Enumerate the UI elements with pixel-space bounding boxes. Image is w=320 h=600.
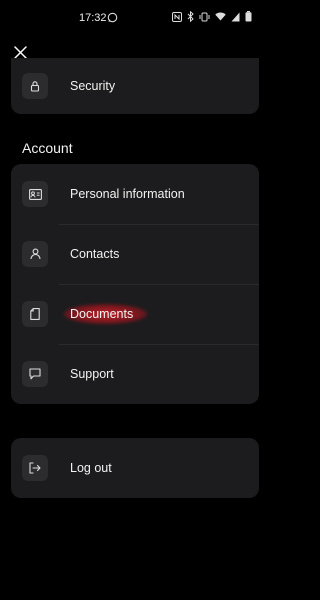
logout-card: Log out bbox=[11, 438, 259, 498]
menu-item-documents[interactable]: Documents bbox=[11, 284, 259, 344]
nfc-icon bbox=[172, 11, 182, 22]
close-icon bbox=[13, 45, 27, 59]
status-time: 17:32 bbox=[79, 12, 107, 24]
logout-button[interactable]: Log out bbox=[11, 438, 259, 498]
signal-icon bbox=[231, 12, 240, 21]
document-icon bbox=[30, 308, 40, 320]
id-card-icon bbox=[28, 188, 42, 200]
contacts-icon-box bbox=[22, 241, 48, 267]
contacts-label: Contacts bbox=[70, 247, 120, 261]
security-card: Security bbox=[11, 58, 259, 114]
bluetooth-icon bbox=[187, 11, 194, 22]
logout-icon bbox=[29, 462, 41, 474]
logout-label: Log out bbox=[70, 461, 112, 475]
personal-information-label: Personal information bbox=[70, 187, 185, 201]
status-icons bbox=[172, 11, 252, 22]
menu-item-security[interactable]: Security bbox=[11, 58, 259, 114]
support-label: Support bbox=[70, 367, 114, 381]
security-label: Security bbox=[70, 79, 116, 93]
account-section-title: Account bbox=[22, 140, 73, 156]
documents-label: Documents bbox=[70, 307, 134, 321]
person-icon bbox=[29, 248, 41, 260]
chat-icon bbox=[29, 368, 41, 380]
vibrate-icon bbox=[199, 12, 210, 21]
battery-icon bbox=[245, 11, 252, 22]
menu-item-personal-information[interactable]: Personal information bbox=[11, 164, 259, 224]
security-icon-box bbox=[22, 73, 48, 99]
status-bar: 17:32 bbox=[0, 0, 270, 34]
documents-icon-box bbox=[22, 301, 48, 327]
documents-label-highlighted: Documents bbox=[70, 307, 133, 321]
support-icon-box bbox=[22, 361, 48, 387]
logout-icon-box bbox=[22, 455, 48, 481]
menu-item-support[interactable]: Support bbox=[11, 344, 259, 404]
wifi-icon bbox=[215, 12, 226, 21]
menu-item-contacts[interactable]: Contacts bbox=[11, 224, 259, 284]
personal-information-icon-box bbox=[22, 181, 48, 207]
account-card: Personal information Contacts Documents bbox=[11, 164, 259, 404]
lock-icon bbox=[30, 81, 40, 92]
whatsapp-icon bbox=[107, 12, 118, 23]
